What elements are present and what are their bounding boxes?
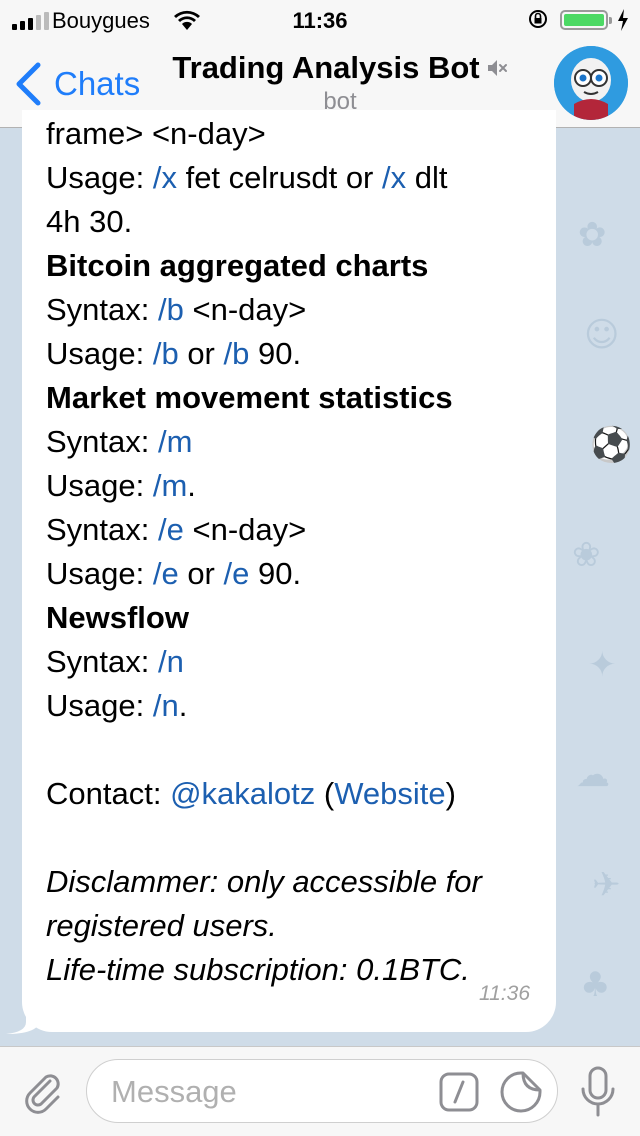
message-text: Contact: <box>46 776 171 811</box>
message-line: Syntax: /b <n-day> <box>46 288 306 332</box>
wallpaper-doodle: ❀ <box>572 535 601 575</box>
back-button[interactable]: Chats <box>14 62 140 106</box>
status-bar: Bouygues 11:36 <box>0 0 640 40</box>
charging-icon <box>618 9 628 31</box>
section-heading: Bitcoin aggregated charts <box>46 248 429 283</box>
message-line: Life-time subscription: 0.1BTC. <box>46 948 470 992</box>
chat-title-area[interactable]: Trading Analysis Bot bot <box>160 50 520 116</box>
chat-title: Trading Analysis Bot <box>172 50 480 85</box>
message-text: . <box>187 468 196 503</box>
bot-command-link[interactable]: /m <box>153 468 187 503</box>
message-input-bar <box>0 1046 640 1136</box>
bot-command-link[interactable]: /n <box>158 644 184 679</box>
message-text: Usage: <box>46 556 153 591</box>
message-line: Contact: @kakalotz (Website) <box>46 772 456 816</box>
battery-icon <box>560 10 612 30</box>
slash-command-icon[interactable] <box>439 1072 479 1112</box>
message-link[interactable]: Website <box>334 776 445 811</box>
message-text: Syntax: <box>46 512 158 547</box>
sticker-icon[interactable] <box>499 1070 543 1114</box>
message-text: dlt <box>406 160 448 195</box>
message-link[interactable]: @kakalotz <box>170 776 315 811</box>
back-button-label: Chats <box>54 65 141 102</box>
message-line: frame> <n-day> <box>46 112 266 156</box>
wallpaper-doodle: ♣ <box>580 965 611 1005</box>
mute-icon <box>487 60 507 76</box>
bot-command-link[interactable]: /b <box>153 336 179 371</box>
message-line: Syntax: /e <n-day> <box>46 508 306 552</box>
bot-command-link[interactable]: /e <box>153 556 179 591</box>
wallpaper-doodle: ☁ <box>576 755 610 795</box>
section-heading: Newsflow <box>46 600 189 635</box>
message-text: or <box>178 336 224 371</box>
message-line: 4h 30. <box>46 200 132 244</box>
message-text: 90. <box>249 556 302 591</box>
bot-command-link[interactable]: /e <box>158 512 184 547</box>
message-text: <n-day> <box>183 512 307 547</box>
message-text: Syntax: <box>46 644 158 679</box>
bot-command-link[interactable]: /b <box>158 292 184 327</box>
message-line: Usage: /b or /b 90. <box>46 332 301 376</box>
message-line: Usage: /x fet celrusdt or /x dlt <box>46 156 447 200</box>
message-text: <n-day> <box>183 292 307 327</box>
message-line: Usage: /m. <box>46 464 196 508</box>
attach-icon[interactable] <box>20 1069 66 1115</box>
message-text: ) <box>445 776 456 811</box>
message-text: or <box>178 556 224 591</box>
message-text: ( <box>315 776 335 811</box>
message-line: registered users. <box>46 904 277 948</box>
message-text: 4h 30. <box>46 204 133 239</box>
microphone-icon[interactable] <box>578 1065 618 1119</box>
back-chevron-icon <box>16 62 41 106</box>
message-line: Syntax: /m <box>46 420 192 464</box>
bot-command-link[interactable]: /x <box>382 160 406 195</box>
message-text: Usage: <box>46 468 153 503</box>
section-heading: Market movement statistics <box>46 380 453 415</box>
message-text: . <box>178 688 188 723</box>
message-text: 90. <box>249 336 302 371</box>
disclaimer-text: Life-time subscription: 0.1BTC. <box>46 952 470 987</box>
bot-command-link[interactable]: /b <box>224 336 250 371</box>
message-text: Usage: <box>46 160 153 195</box>
message-time: 11:36 <box>479 982 530 1005</box>
message-line: Newsflow <box>46 596 189 640</box>
orientation-lock-icon <box>529 10 547 28</box>
message-text: Usage: <box>46 336 153 371</box>
message-text: Syntax: <box>46 424 158 459</box>
message-text: fet celrusdt or <box>176 160 382 195</box>
bot-command-link[interactable]: /n <box>153 688 179 723</box>
disclaimer-text: registered users. <box>46 908 277 943</box>
wallpaper-doodle: ☺ <box>584 315 620 355</box>
message-line: Usage: /n. <box>46 684 187 728</box>
wallpaper-doodle: ✈ <box>592 865 621 905</box>
message-line: Market movement statistics <box>46 376 453 420</box>
wallpaper-doodle: ✦ <box>588 645 617 685</box>
message-text: frame> <n-day> <box>46 116 266 151</box>
message-bubble[interactable]: frame> <n-day> Usage: /x fet celrusdt or … <box>22 110 556 1032</box>
bot-command-link[interactable]: /x <box>153 160 177 195</box>
message-input[interactable] <box>111 1072 431 1112</box>
wallpaper-doodle: ✿ <box>578 215 607 255</box>
message-field[interactable] <box>86 1059 558 1123</box>
message-line: Bitcoin aggregated charts <box>46 244 428 288</box>
bot-command-link[interactable]: /e <box>224 556 250 591</box>
message-line: Syntax: /n <box>46 640 184 684</box>
message-text: Syntax: <box>46 292 158 327</box>
wallpaper-doodle: ⚽ <box>590 425 633 465</box>
bot-avatar[interactable] <box>554 46 628 120</box>
message-text: Usage: <box>46 688 153 723</box>
bot-command-link[interactable]: /m <box>158 424 192 459</box>
message-line: Usage: /e or /e 90. <box>46 552 301 596</box>
message-line: Disclammer: only accessible for <box>46 860 482 904</box>
disclaimer-text: Disclammer: only accessible for <box>46 864 482 899</box>
